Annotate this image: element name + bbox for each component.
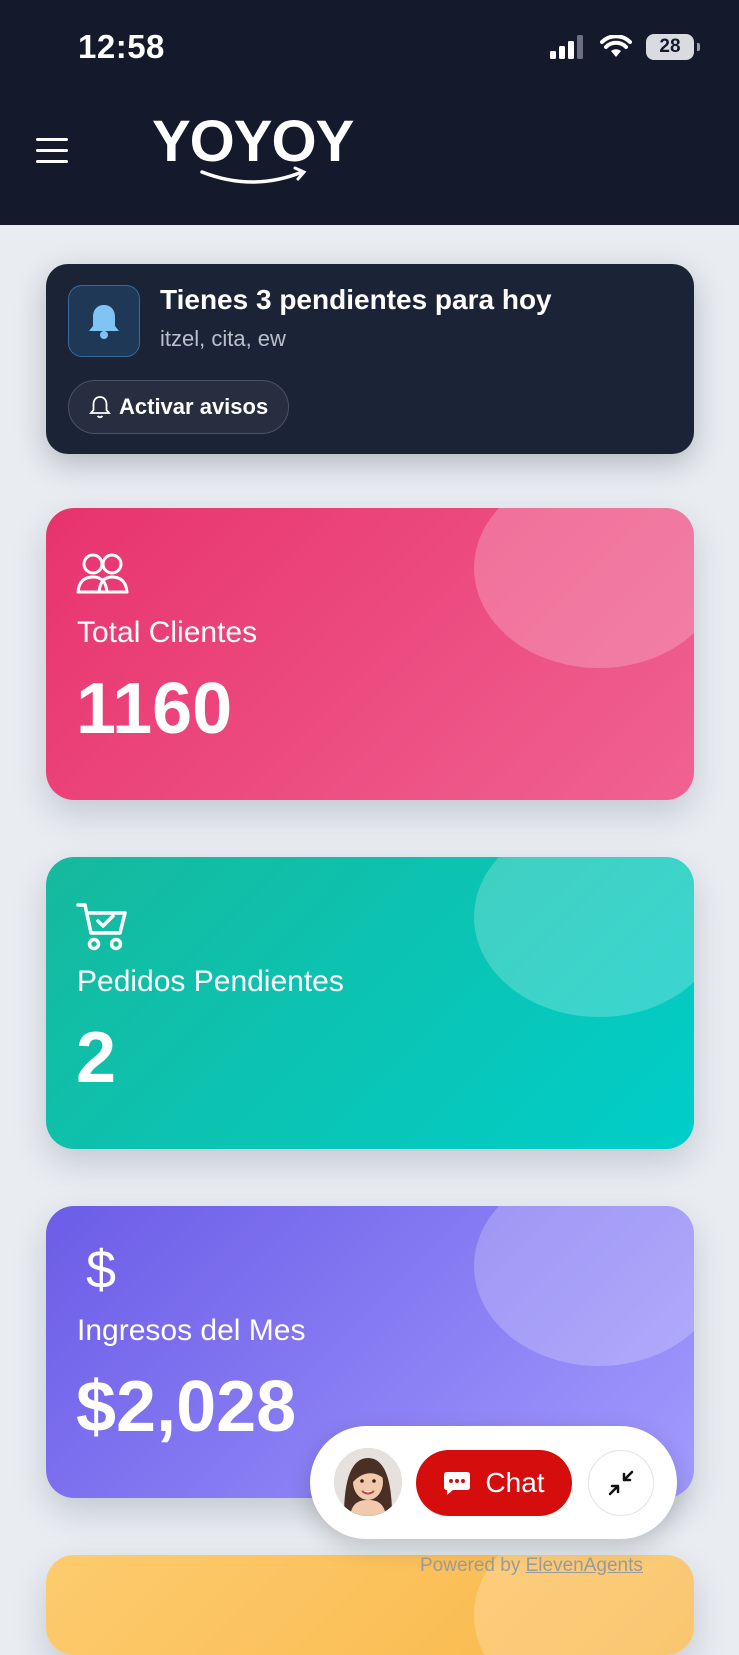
elevenagents-link[interactable]: ElevenAgents [526,1555,643,1576]
card-decoration [474,1206,694,1366]
menu-button[interactable] [36,138,68,164]
users-icon [76,552,130,601]
card-value: 2 [76,1018,117,1098]
chat-button[interactable]: Chat [416,1450,572,1516]
card-value: $2,028 [76,1367,297,1447]
total-clients-card[interactable]: Total Clientes 1160 [46,508,694,800]
card-decoration [474,508,694,668]
collapse-icon [608,1470,634,1496]
activate-alerts-label: Activar avisos [119,394,269,419]
dollar-icon: $ [86,1240,117,1300]
logo-swoosh-icon [200,166,307,184]
collapse-button[interactable] [588,1450,654,1516]
signal-icon [550,35,583,59]
agent-avatar [334,1448,402,1516]
bell-outline-icon [89,396,111,419]
powered-prefix: Powered by [420,1555,521,1576]
notice-subtitle: itzel, cita, ew [160,326,286,351]
card-label: Pedidos Pendientes [77,965,344,998]
activate-alerts-button[interactable]: Activar avisos [68,380,290,434]
powered-by: Powered by ElevenAgents [420,1555,643,1577]
status-time: 12:58 [78,28,165,65]
notice-title: Tienes 3 pendientes para hoy [160,284,552,315]
card-decoration [474,857,694,1017]
status-icons: 28 [550,34,700,60]
pending-notice: Tienes 3 pendientes para hoy itzel, cita… [46,264,694,454]
logo-text: YOYOY [152,109,354,174]
card-label: Ingresos del Mes [77,1314,306,1347]
wifi-icon [600,35,632,57]
chat-bubble-icon [444,1472,471,1495]
pending-orders-card[interactable]: Pedidos Pendientes 2 [46,857,694,1149]
bell-icon [89,305,119,339]
notice-bell-box [68,285,140,357]
chat-label: Chat [485,1467,545,1498]
cart-check-icon [76,901,128,958]
app-header: 12:58 28 YOYOY [0,0,739,225]
brand-logo[interactable]: YOYOY [152,109,354,184]
battery-icon: 28 [646,34,700,60]
card-value: 1160 [76,669,233,749]
card-label: Total Clientes [77,616,258,649]
chat-widget: Chat [310,1426,677,1539]
